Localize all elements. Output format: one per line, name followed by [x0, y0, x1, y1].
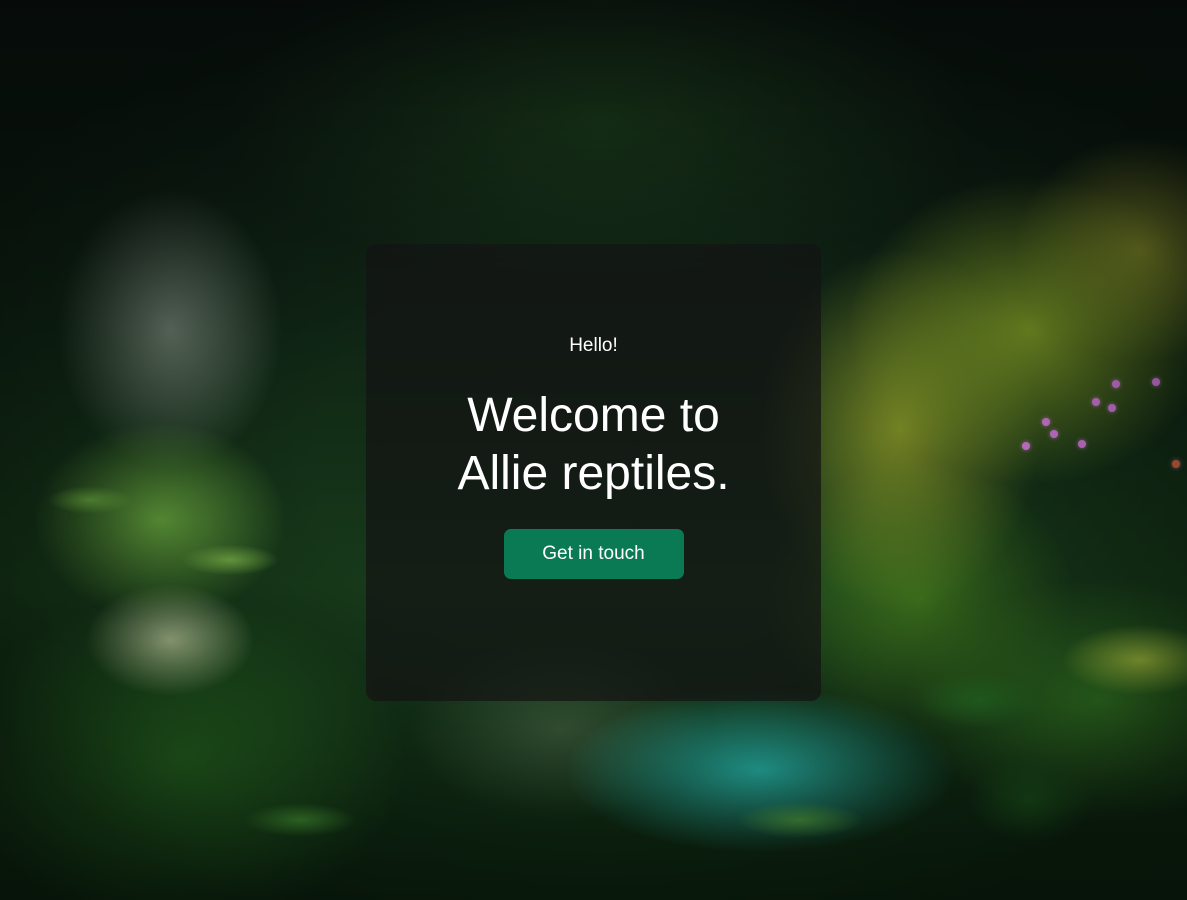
get-in-touch-button[interactable]: Get in touch [503, 528, 684, 579]
page-title: Welcome to Allie reptiles. [457, 388, 730, 500]
page: Hello! Welcome to Allie reptiles. Get in… [0, 0, 1187, 900]
greeting-text: Hello! [569, 334, 618, 356]
welcome-card: Hello! Welcome to Allie reptiles. Get in… [366, 244, 821, 701]
